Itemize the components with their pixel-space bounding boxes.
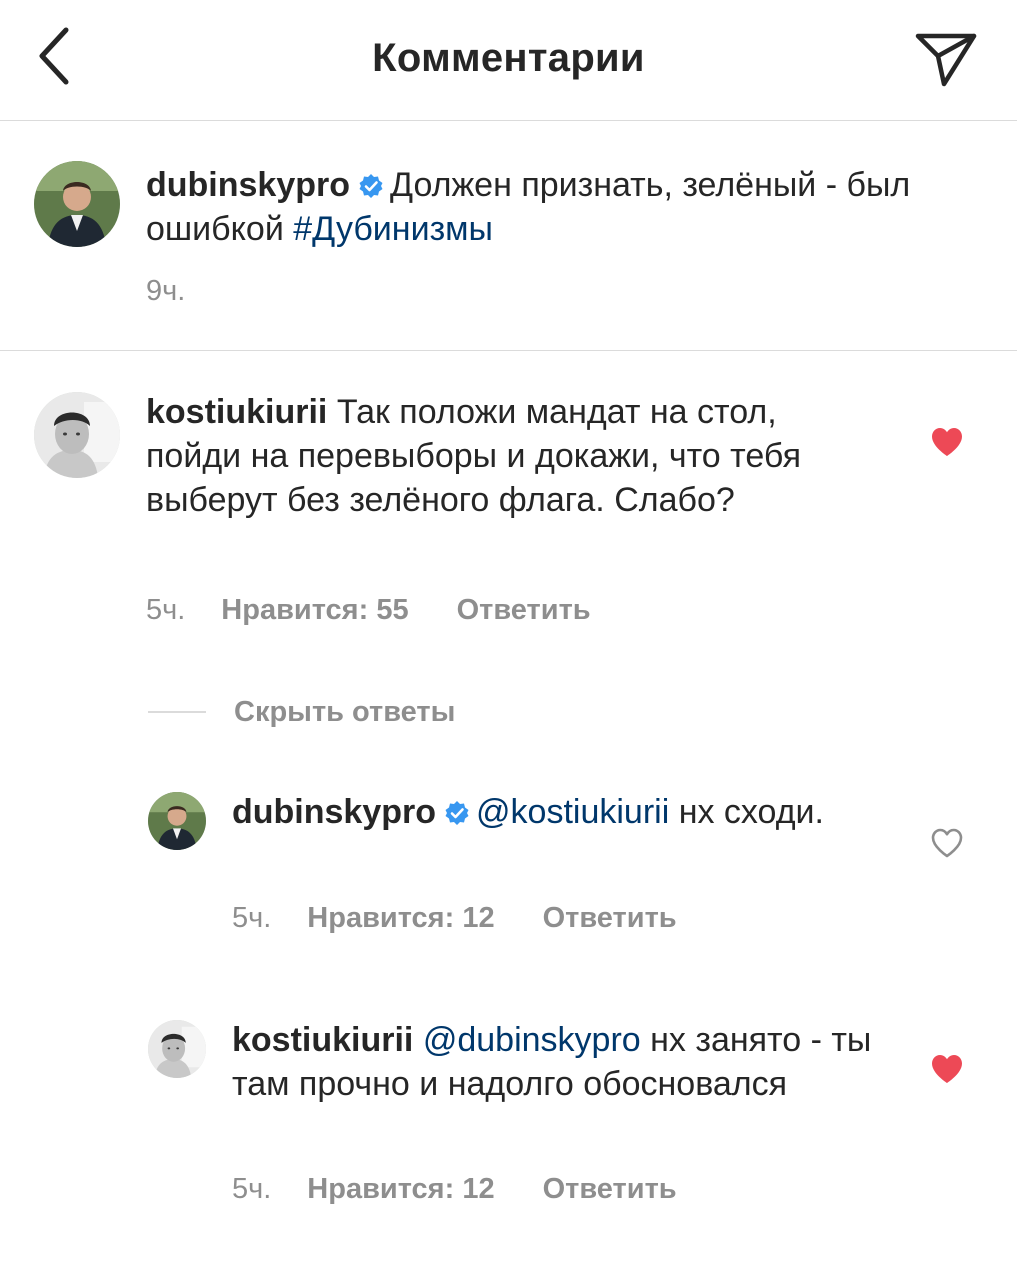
caption-meta: 9ч. [146, 275, 221, 308]
avatar[interactable] [148, 1020, 206, 1078]
reply-text: kostiukiurii @dubinskypro нх занято - ты… [232, 1018, 882, 1106]
verified-badge-icon [445, 801, 469, 825]
heart-filled-icon [932, 1055, 962, 1083]
comment-reply-button[interactable]: Ответить [457, 594, 591, 626]
mention-link[interactable]: @kostiukiurii [476, 793, 669, 831]
share-button[interactable] [912, 28, 980, 92]
avatar[interactable] [34, 161, 120, 247]
caption-timestamp: 9ч. [146, 275, 186, 307]
caption-text: dubinskypro Должен признать, зелёный - бы… [146, 163, 966, 251]
paper-plane-icon [915, 33, 977, 87]
reply-timestamp: 5ч. [232, 902, 272, 934]
reply-text: dubinskypro @kostiukiurii нх сходи. [232, 790, 852, 834]
post-caption: dubinskypro Должен признать, зелёный - бы… [0, 121, 1017, 351]
hide-replies-label: Скрыть ответы [234, 695, 456, 728]
mention-link[interactable]: @dubinskypro [423, 1021, 641, 1059]
reply-likes[interactable]: Нравится: 12 [307, 902, 494, 934]
hide-replies-button[interactable]: Скрыть ответы [148, 692, 455, 732]
reply-username[interactable]: dubinskypro [232, 793, 436, 831]
replies-divider [148, 711, 206, 713]
reply-reply-button[interactable]: Ответить [543, 902, 677, 934]
reply-reply-button[interactable]: Ответить [543, 1173, 677, 1205]
comment-username[interactable]: kostiukiurii [146, 393, 327, 431]
like-button[interactable] [929, 424, 965, 460]
verified-badge-icon [359, 174, 383, 198]
avatar[interactable] [34, 392, 120, 478]
comment-timestamp: 5ч. [146, 594, 186, 626]
reply-username[interactable]: kostiukiurii [232, 1021, 413, 1059]
comment-likes[interactable]: Нравится: 55 [221, 594, 408, 626]
top-bar: Комментарии [0, 0, 1017, 121]
page-title: Комментарии [372, 36, 645, 80]
comment-text: kostiukiurii Так положи мандат на стол, … [146, 390, 876, 522]
like-button[interactable] [929, 1051, 965, 1087]
reply-message: нх сходи. [669, 793, 824, 831]
hashtag-link[interactable]: #Дубинизмы [293, 210, 493, 248]
reply-meta: 5ч. Нравится: 12 Ответить [232, 1173, 677, 1206]
heart-outline-icon [931, 828, 963, 858]
like-button[interactable] [929, 825, 965, 861]
reply-timestamp: 5ч. [232, 1173, 272, 1205]
comment-meta: 5ч. Нравится: 55 Ответить [146, 594, 591, 627]
reply-meta: 5ч. Нравится: 12 Ответить [232, 902, 677, 935]
heart-filled-icon [932, 428, 962, 456]
avatar[interactable] [148, 792, 206, 850]
caption-username[interactable]: dubinskypro [146, 166, 350, 204]
reply-likes[interactable]: Нравится: 12 [307, 1173, 494, 1205]
